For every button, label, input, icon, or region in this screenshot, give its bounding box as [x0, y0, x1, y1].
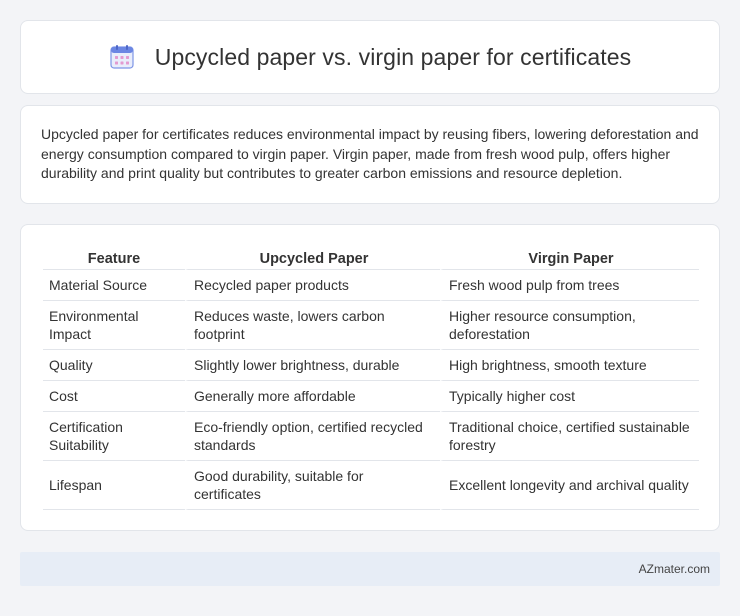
- feature-cell: Cost: [43, 381, 185, 412]
- title-wrap: Upcycled paper vs. virgin paper for cert…: [109, 44, 632, 71]
- upcycled-cell: Eco-friendly option, certified recycled …: [185, 412, 440, 461]
- calendar-icon: [109, 44, 135, 70]
- intro-card: Upcycled paper for certificates reduces …: [20, 105, 720, 204]
- upcycled-cell: Generally more affordable: [185, 381, 440, 412]
- virgin-cell: Traditional choice, certified sustainabl…: [440, 412, 699, 461]
- feature-cell: Lifespan: [43, 461, 185, 510]
- upcycled-cell: Recycled paper products: [185, 270, 440, 301]
- upcycled-cell: Good durability, suitable for certificat…: [185, 461, 440, 510]
- table-row: Material Source Recycled paper products …: [43, 270, 699, 301]
- comparison-table-card: Feature Upcycled Paper Virgin Paper Mate…: [20, 224, 720, 531]
- table-row: Certification Suitability Eco-friendly o…: [43, 412, 699, 461]
- title-card: Upcycled paper vs. virgin paper for cert…: [20, 20, 720, 94]
- upcycled-cell: Reduces waste, lowers carbon footprint: [185, 301, 440, 350]
- feature-cell: Quality: [43, 350, 185, 381]
- virgin-cell: Higher resource consumption, deforestati…: [440, 301, 699, 350]
- feature-cell: Environmental Impact: [43, 301, 185, 350]
- virgin-cell: Excellent longevity and archival quality: [440, 461, 699, 510]
- footer-bar: AZmater.com: [20, 552, 720, 586]
- feature-cell: Material Source: [43, 270, 185, 301]
- table-row: Cost Generally more affordable Typically…: [43, 381, 699, 412]
- virgin-cell: High brightness, smooth texture: [440, 350, 699, 381]
- footer-site-link[interactable]: AZmater.com: [639, 562, 710, 576]
- table-header-row: Feature Upcycled Paper Virgin Paper: [43, 245, 699, 270]
- virgin-cell: Typically higher cost: [440, 381, 699, 412]
- comparison-table: Feature Upcycled Paper Virgin Paper Mate…: [43, 245, 699, 510]
- table-row: Lifespan Good durability, suitable for c…: [43, 461, 699, 510]
- virgin-cell: Fresh wood pulp from trees: [440, 270, 699, 301]
- header-upcycled: Upcycled Paper: [185, 245, 440, 270]
- intro-paragraph: Upcycled paper for certificates reduces …: [41, 126, 699, 181]
- table-row: Quality Slightly lower brightness, durab…: [43, 350, 699, 381]
- header-virgin: Virgin Paper: [440, 245, 699, 270]
- page-title: Upcycled paper vs. virgin paper for cert…: [154, 43, 632, 70]
- feature-cell: Certification Suitability: [43, 412, 185, 461]
- header-feature: Feature: [43, 245, 185, 270]
- upcycled-cell: Slightly lower brightness, durable: [185, 350, 440, 381]
- table-row: Environmental Impact Reduces waste, lowe…: [43, 301, 699, 350]
